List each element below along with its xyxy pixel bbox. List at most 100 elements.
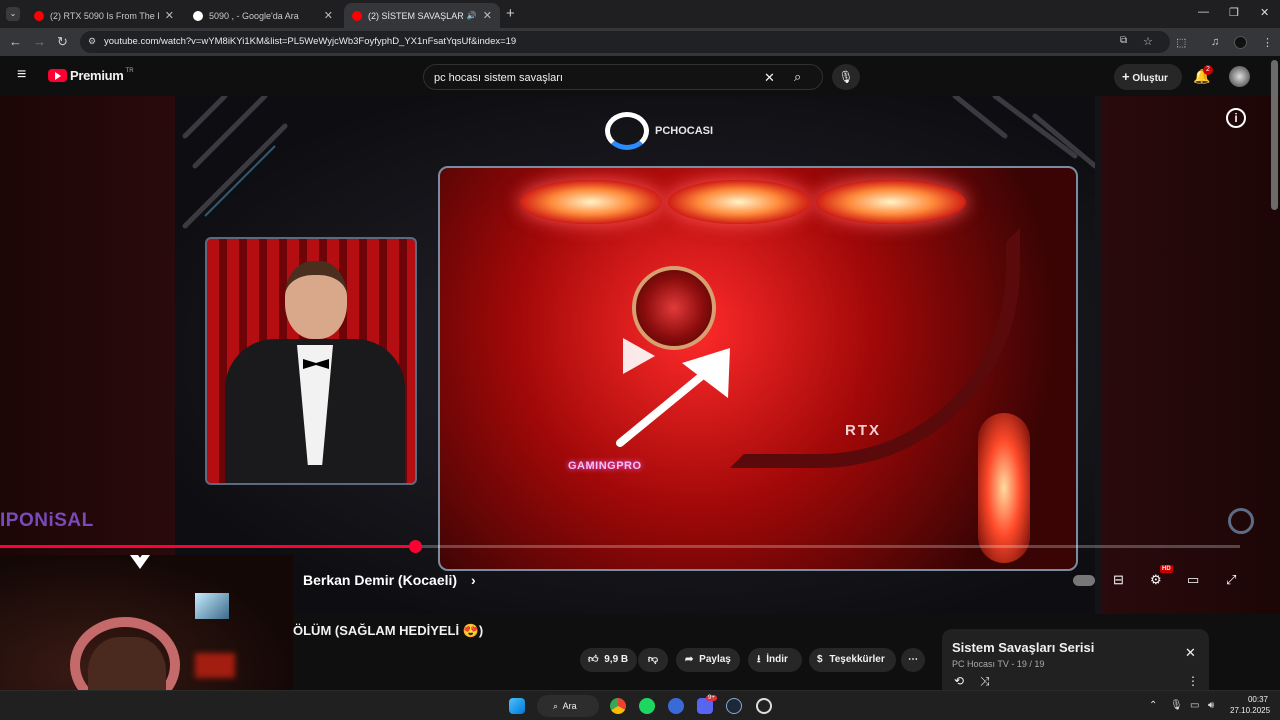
tab-title: (2) SİSTEM SAVAŞLARI #19 bbox=[368, 10, 463, 21]
cast-icon[interactable]: ⧉ bbox=[1120, 35, 1127, 46]
share-button[interactable]: ➦ Paylaş bbox=[676, 648, 740, 672]
new-tab-button[interactable]: + bbox=[506, 5, 515, 22]
volume-icon[interactable]: 🔊︎ bbox=[1208, 700, 1214, 711]
spotify-icon[interactable] bbox=[639, 698, 655, 714]
search-input[interactable]: pc hocası sistem savaşları bbox=[434, 72, 563, 84]
back-icon[interactable]: ← bbox=[9, 34, 22, 49]
channel-logo-text: PCHOCASI bbox=[655, 125, 714, 137]
presenter-head bbox=[285, 261, 347, 339]
download-label: İndir bbox=[766, 654, 788, 665]
clear-search-icon[interactable]: ✕ bbox=[764, 70, 775, 86]
tab-rtx-5090[interactable]: (2) RTX 5090 Is From The Future ✕ bbox=[26, 3, 182, 28]
thumbs-down-icon: 👎︎ bbox=[647, 654, 659, 665]
minimize-icon[interactable]: — bbox=[1198, 6, 1209, 18]
page-scrollbar[interactable] bbox=[1271, 60, 1278, 210]
autoplay-toggle[interactable] bbox=[1073, 575, 1095, 586]
search-box[interactable]: pc hocası sistem savaşları ✕ ⌕ bbox=[423, 64, 823, 90]
url-text: youtube.com/watch?v=wYM8iKYi1KM&list=PL5… bbox=[104, 36, 517, 47]
windows-start-icon[interactable] bbox=[509, 698, 525, 714]
fullscreen-icon[interactable]: ⤢ bbox=[1226, 572, 1236, 588]
account-avatar[interactable] bbox=[1229, 66, 1250, 87]
youtube-favicon-icon bbox=[352, 10, 362, 21]
loop-icon[interactable]: ⟲ bbox=[954, 674, 964, 688]
search-icon[interactable]: ⌕ bbox=[794, 69, 801, 85]
settings-gear-icon[interactable]: ⚙ bbox=[1150, 572, 1162, 588]
tab-search-icon[interactable]: ⌄ bbox=[6, 7, 20, 21]
chrome-icon[interactable] bbox=[610, 698, 626, 714]
taskbar-search-label: Ara bbox=[562, 701, 577, 711]
dislike-button[interactable]: 👎︎ bbox=[638, 648, 668, 672]
browser-menu-icon[interactable]: ⋮ bbox=[1262, 36, 1273, 49]
profile-avatar[interactable] bbox=[1234, 36, 1247, 49]
voice-search-icon[interactable]: 🎙 bbox=[832, 64, 860, 90]
youtube-logo[interactable]: Premium TR bbox=[48, 68, 134, 83]
video-title: ÖLÜM (SAĞLAM HEDİYELİ 😍) bbox=[293, 623, 484, 638]
steam-icon[interactable] bbox=[726, 698, 742, 714]
close-window-icon[interactable]: ✕ bbox=[1260, 6, 1269, 19]
taskbar-search[interactable]: ⌕ Ara bbox=[537, 695, 599, 717]
left-overlay-text: IPONiSAL bbox=[0, 510, 94, 531]
restore-icon[interactable]: ❐ bbox=[1229, 6, 1239, 19]
video-info-icon[interactable]: i bbox=[1226, 108, 1246, 128]
pc-build-image: GAMINGPRO RTX bbox=[438, 166, 1078, 571]
media-control-icon[interactable]: ♫ bbox=[1211, 36, 1219, 48]
site-info-icon[interactable]: ⚙ bbox=[88, 36, 96, 47]
download-button[interactable]: ⭳ İndir bbox=[748, 648, 802, 672]
audio-playing-icon[interactable]: 🔊 bbox=[467, 11, 477, 20]
top-fan-1 bbox=[520, 180, 662, 224]
red-light bbox=[195, 653, 235, 678]
playlist-panel: Sistem Savaşları Serisi PC Hocası TV - 1… bbox=[942, 629, 1209, 699]
more-actions-button[interactable]: ⋯ bbox=[901, 648, 925, 672]
app-icon[interactable] bbox=[668, 698, 684, 714]
reload-icon[interactable]: ↻ bbox=[57, 34, 68, 50]
chevron-right-icon: › bbox=[470, 572, 476, 588]
clock[interactable]: 00:37 27.10.2025 bbox=[1230, 694, 1270, 716]
presenter-inset bbox=[205, 237, 417, 485]
gpu-label: GAMINGPRO bbox=[568, 460, 642, 472]
playlist-title[interactable]: Sistem Savaşları Serisi bbox=[952, 640, 1094, 655]
like-count: 9,9 B bbox=[604, 654, 629, 665]
video-player[interactable]: PCHOCASI GAMINGPRO RTX i IPONiSAL Berkan… bbox=[0, 96, 1280, 614]
obs-icon[interactable] bbox=[756, 698, 772, 714]
hamburger-menu-icon[interactable]: ≡ bbox=[17, 66, 26, 84]
bookmark-star-icon[interactable]: ☆ bbox=[1143, 35, 1153, 48]
subtitle-text[interactable]: Berkan Demir (Kocaeli) › bbox=[303, 572, 476, 588]
tab-title: (2) RTX 5090 Is From The Future bbox=[50, 10, 159, 21]
tab-sistem-savaslari[interactable]: (2) SİSTEM SAVAŞLARI #19 🔊 ✕ bbox=[344, 3, 500, 28]
tray-overflow-icon[interactable]: ⌃ bbox=[1149, 700, 1157, 711]
download-icon: ⭳ bbox=[757, 654, 761, 665]
close-tab-icon[interactable]: ✕ bbox=[165, 9, 174, 22]
streamer-logo-icon bbox=[120, 555, 160, 569]
google-favicon-icon bbox=[193, 10, 203, 21]
thanks-button[interactable]: $ Teşekkürler bbox=[809, 648, 896, 672]
captions-icon[interactable]: ⊟ bbox=[1113, 572, 1124, 588]
super-thanks-icon: $ bbox=[817, 654, 823, 665]
close-tab-icon[interactable]: ✕ bbox=[483, 9, 492, 22]
thumbs-up-icon: 👍︎ bbox=[588, 654, 599, 665]
close-tab-icon[interactable]: ✕ bbox=[324, 9, 333, 22]
progress-bar[interactable] bbox=[0, 540, 1240, 553]
time: 00:37 bbox=[1247, 695, 1268, 704]
like-button[interactable]: 👍︎ 9,9 B bbox=[580, 648, 637, 672]
youtube-play-icon bbox=[48, 69, 67, 82]
display-icon[interactable]: ▭ bbox=[1190, 700, 1199, 711]
create-button[interactable]: + Oluştur bbox=[1114, 64, 1182, 90]
tab-google-search[interactable]: 5090 , - Google'da Ara ✕ bbox=[185, 3, 341, 28]
forward-icon[interactable]: → bbox=[33, 34, 46, 49]
share-arrow-icon: ➦ bbox=[685, 654, 694, 665]
play-icon[interactable] bbox=[623, 338, 655, 374]
browser-toolbar: ← → ↻ ⚙ youtube.com/watch?v=wYM8iKYi1KM&… bbox=[0, 28, 1280, 56]
hd-badge: HD bbox=[1160, 565, 1173, 573]
case-text: RTX bbox=[845, 422, 881, 439]
playlist-more-icon[interactable]: ⋮ bbox=[1187, 674, 1199, 688]
microphone-icon[interactable]: 🎙︎ bbox=[1170, 700, 1183, 711]
power-logo-icon bbox=[605, 112, 649, 150]
address-bar[interactable]: ⚙ youtube.com/watch?v=wYM8iKYi1KM&list=P… bbox=[80, 31, 1170, 53]
playlist-meta: PC Hocası TV - 19 / 19 bbox=[952, 659, 1045, 669]
shuffle-icon[interactable]: ⤨ bbox=[980, 674, 990, 689]
chapter-title: Berkan Demir (Kocaeli) bbox=[303, 572, 458, 588]
create-label: Oluştur bbox=[1132, 73, 1168, 84]
close-playlist-icon[interactable]: ✕ bbox=[1185, 645, 1196, 661]
extensions-icon[interactable]: ⬚ bbox=[1176, 36, 1186, 49]
miniplayer-icon[interactable]: ▭ bbox=[1187, 572, 1199, 588]
